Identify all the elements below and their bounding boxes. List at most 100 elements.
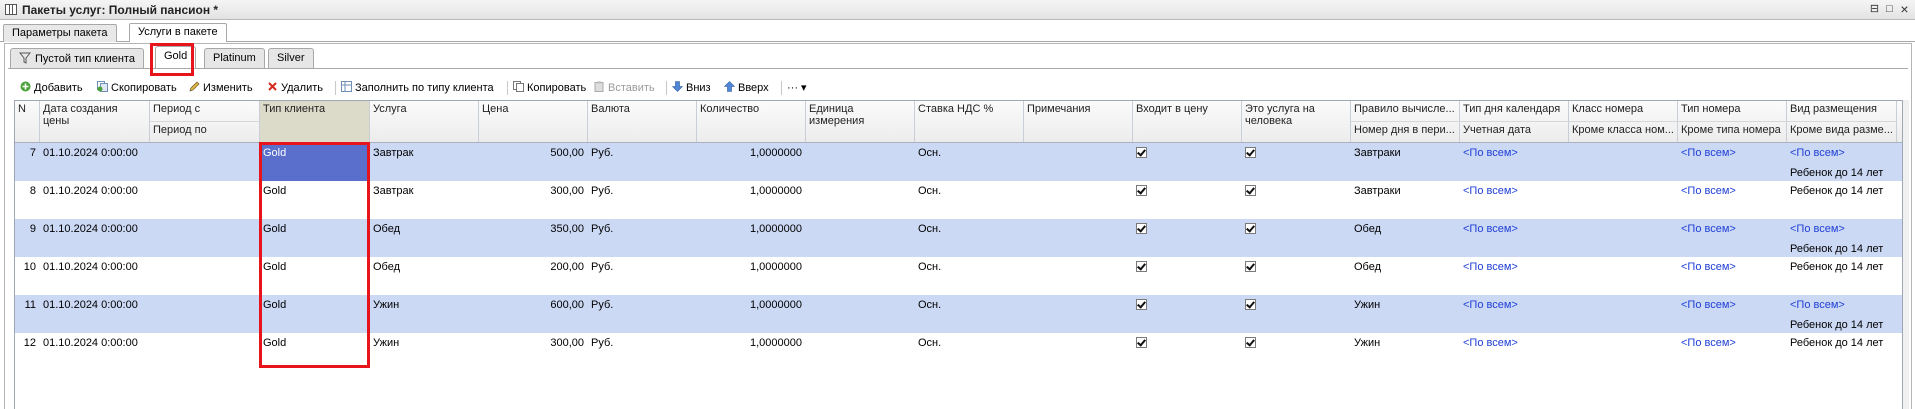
checkbox-checked[interactable] — [1136, 223, 1147, 234]
cell-quantity[interactable]: 1,0000000 — [697, 333, 806, 371]
checkbox-checked[interactable] — [1245, 299, 1256, 310]
cell-per-person[interactable] — [1242, 295, 1351, 333]
col-header-price[interactable]: Цена — [479, 101, 588, 142]
col-header-vat[interactable]: Ставка НДС % — [915, 101, 1024, 142]
checkbox-checked[interactable] — [1245, 147, 1256, 158]
col-header-in-price[interactable]: Входит в цену — [1133, 101, 1242, 142]
col-header-calc-rule[interactable]: Правило вычисле... — [1351, 101, 1460, 121]
cell-unit[interactable] — [806, 333, 915, 371]
tab-client-silver[interactable]: Silver — [268, 48, 314, 68]
cell-quantity[interactable]: 1,0000000 — [697, 143, 806, 181]
cell-unit[interactable] — [806, 295, 915, 333]
cell-price[interactable]: 300,00 — [479, 181, 588, 219]
cell-calendar-day[interactable]: <По всем> — [1460, 181, 1569, 219]
cell-room-class[interactable] — [1569, 181, 1678, 219]
cell-accommodation[interactable]: <По всем> Ребенок до 14 лет — [1787, 219, 1897, 257]
cell-calc-rule[interactable]: Ужин — [1351, 295, 1460, 333]
cell-price[interactable]: 600,00 — [479, 295, 588, 333]
cell-service[interactable]: Обед — [370, 219, 479, 257]
cell-notes[interactable] — [1024, 257, 1133, 295]
cell-calendar-day[interactable]: <По всем> — [1460, 257, 1569, 295]
col-header-except-room-class[interactable]: Кроме класса ном... — [1569, 121, 1678, 142]
cell-price[interactable]: 200,00 — [479, 257, 588, 295]
cell-price[interactable]: 500,00 — [479, 143, 588, 181]
cell-room-type[interactable]: <По всем> — [1678, 219, 1787, 257]
cell-period[interactable] — [150, 219, 260, 257]
cell-currency[interactable]: Руб. — [588, 143, 697, 181]
cell-vat[interactable]: Осн. — [915, 181, 1024, 219]
fill-by-client-type-button[interactable]: Заполнить по типу клиента — [341, 80, 494, 96]
cell-service[interactable]: Ужин — [370, 333, 479, 371]
cell-vat[interactable]: Осн. — [915, 257, 1024, 295]
paste-button[interactable]: Вставить — [594, 80, 655, 96]
checkbox-checked[interactable] — [1245, 261, 1256, 272]
col-header-day-no[interactable]: Номер дня в пери... — [1351, 121, 1460, 142]
cell-unit[interactable] — [806, 219, 915, 257]
checkbox-checked[interactable] — [1245, 185, 1256, 196]
col-header-period-from[interactable]: Период с — [150, 101, 260, 121]
col-header-per-person[interactable]: Это услуга на человека — [1242, 101, 1351, 142]
cell-room-class[interactable] — [1569, 333, 1678, 371]
cell-vat[interactable]: Осн. — [915, 143, 1024, 181]
col-header-service[interactable]: Услуга — [370, 101, 479, 142]
checkbox-checked[interactable] — [1245, 223, 1256, 234]
cell-room-class[interactable] — [1569, 257, 1678, 295]
cell-calendar-day[interactable]: <По всем> — [1460, 219, 1569, 257]
cell-period[interactable] — [150, 333, 260, 371]
vertical-scrollbar[interactable] — [1903, 100, 1909, 409]
cell-per-person[interactable] — [1242, 333, 1351, 371]
cell-accommodation[interactable]: Ребенок до 14 лет — [1787, 181, 1897, 219]
col-header-room-type[interactable]: Тип номера — [1678, 101, 1787, 121]
cell-quantity[interactable]: 1,0000000 — [697, 181, 806, 219]
move-up-button[interactable]: Вверх — [724, 80, 769, 96]
cell-n[interactable]: 8 — [15, 181, 40, 219]
col-header-notes[interactable]: Примечания — [1024, 101, 1133, 142]
add-button[interactable]: Добавить — [20, 80, 83, 96]
maximize-icon[interactable]: □ — [1882, 2, 1897, 17]
cell-notes[interactable] — [1024, 181, 1133, 219]
checkbox-checked[interactable] — [1245, 337, 1256, 348]
cell-service[interactable]: Завтрак — [370, 181, 479, 219]
cell-service[interactable]: Завтрак — [370, 143, 479, 181]
col-header-currency[interactable]: Валюта — [588, 101, 697, 142]
checkbox-checked[interactable] — [1136, 299, 1147, 310]
cell-per-person[interactable] — [1242, 257, 1351, 295]
cell-calendar-day[interactable]: <По всем> — [1460, 295, 1569, 333]
cell-period[interactable] — [150, 257, 260, 295]
cell-calc-rule[interactable]: Обед — [1351, 257, 1460, 295]
cell-period[interactable] — [150, 295, 260, 333]
cell-date[interactable]: 01.10.2024 0:00:00 — [40, 333, 150, 371]
cell-in-price[interactable] — [1133, 257, 1242, 295]
tab-client-empty[interactable]: Пустой тип клиента — [10, 48, 144, 68]
cell-calendar-day[interactable]: <По всем> — [1460, 143, 1569, 181]
copy-row-button[interactable]: Скопировать — [97, 80, 177, 96]
cell-per-person[interactable] — [1242, 219, 1351, 257]
checkbox-checked[interactable] — [1136, 147, 1147, 158]
cell-vat[interactable]: Осн. — [915, 295, 1024, 333]
cell-calc-rule[interactable]: Ужин — [1351, 333, 1460, 371]
col-header-except-accommodation[interactable]: Кроме вида разме... — [1787, 121, 1897, 142]
cell-n[interactable]: 11 — [15, 295, 40, 333]
cell-quantity[interactable]: 1,0000000 — [697, 219, 806, 257]
cell-quantity[interactable]: 1,0000000 — [697, 295, 806, 333]
cell-n[interactable]: 10 — [15, 257, 40, 295]
col-header-date[interactable]: Дата создания цены — [40, 101, 150, 142]
col-header-accommodation[interactable]: Вид размещения — [1787, 101, 1897, 121]
cell-per-person[interactable] — [1242, 143, 1351, 181]
cell-in-price[interactable] — [1133, 143, 1242, 181]
cell-room-class[interactable] — [1569, 295, 1678, 333]
delete-button[interactable]: Удалить — [267, 80, 323, 96]
copy-button[interactable]: Копировать — [513, 80, 586, 96]
checkbox-checked[interactable] — [1136, 185, 1147, 196]
col-header-period-to[interactable]: Период по — [150, 121, 260, 142]
col-header-quantity[interactable]: Количество — [697, 101, 806, 142]
cell-vat[interactable]: Осн. — [915, 219, 1024, 257]
cell-price[interactable]: 350,00 — [479, 219, 588, 257]
tab-package-params[interactable]: Параметры пакета — [3, 24, 117, 42]
move-down-button[interactable]: Вниз — [672, 80, 711, 96]
cell-in-price[interactable] — [1133, 295, 1242, 333]
cell-room-type[interactable]: <По всем> — [1678, 333, 1787, 371]
checkbox-checked[interactable] — [1136, 337, 1147, 348]
cell-period[interactable] — [150, 181, 260, 219]
cell-n[interactable]: 12 — [15, 333, 40, 371]
